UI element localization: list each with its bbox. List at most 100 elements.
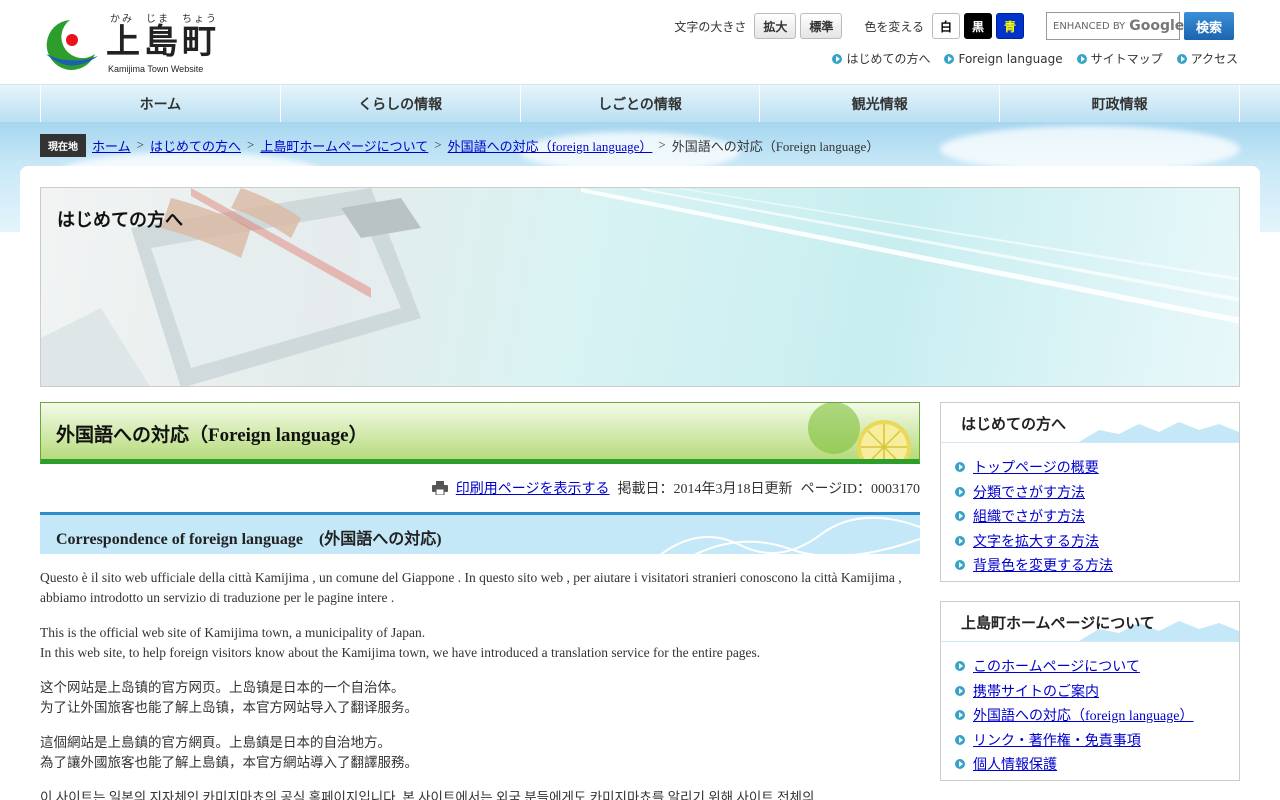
paragraph-traditional-chinese: 這個網站是上島鎮的官方網頁。上島鎮是日本的自治地方。為了讓外國旅客也能了解上島鎮…: [40, 733, 920, 773]
util-link-first-time[interactable]: はじめての方へ: [832, 50, 930, 67]
sidebar-link-mobile-site[interactable]: 携帯サイトのご案内: [973, 681, 1099, 701]
nav-item-business[interactable]: しごとの情報: [519, 85, 760, 123]
page-id: ページID：0003170: [800, 482, 921, 497]
sidebar-link-foreign-language[interactable]: 外国語への対応（foreign language）: [973, 705, 1193, 725]
page-title-box: 外国語への対応（Foreign language）: [40, 402, 920, 464]
nav-item-tourism[interactable]: 観光情報: [759, 85, 999, 123]
sidebar-heading-text: はじめての方へ: [961, 415, 1067, 433]
sidebar-first-time: はじめての方へ トップページの概要 分類でさがす方法 組織でさがす方法 文字を拡…: [940, 402, 1240, 582]
sidebar-link-change-background[interactable]: 背景色を変更する方法: [973, 555, 1113, 575]
site-header: かみ じま ちょう 上島町 Kamijima Town Website 文字の大…: [0, 0, 1280, 84]
arrow-bullet-icon: [955, 734, 965, 745]
arrow-bullet-icon: [955, 759, 965, 770]
breadcrumb-link-about-site[interactable]: 上島町ホームページについて: [260, 136, 428, 155]
print-page-link[interactable]: 印刷用ページを表示する: [456, 478, 610, 498]
breadcrumb-separator: >: [658, 137, 666, 152]
blue-theme-button[interactable]: 青: [996, 13, 1024, 39]
arrow-bullet-icon: [955, 661, 965, 672]
arrow-bullet-icon: [944, 53, 955, 64]
arrow-bullet-icon: [1176, 53, 1187, 64]
nav-item-home[interactable]: ホーム: [40, 85, 280, 123]
logo-subtitle: Kamijima Town Website: [108, 64, 204, 74]
white-theme-button[interactable]: 白: [932, 13, 960, 39]
hero-title: はじめての方へ: [57, 210, 183, 231]
section-heading: Correspondence of foreign language (外国語へ…: [40, 512, 920, 554]
hero-banner: はじめての方へ: [40, 187, 1240, 387]
util-link-sitemap[interactable]: サイトマップ: [1076, 50, 1163, 67]
utility-links: はじめての方へ Foreign language サイトマップ アクセス: [832, 50, 1238, 67]
breadcrumb-link-foreign-language[interactable]: 外国語への対応（foreign language）: [448, 136, 653, 155]
search-input[interactable]: ENHANCED BY Google: [1046, 12, 1184, 40]
citrus-decoration-icon: [808, 403, 911, 459]
paragraph-italian: Questo è il sito web ufficiale della cit…: [40, 568, 920, 608]
arrow-bullet-icon: [955, 560, 965, 571]
paragraph-korean: 이 사이트는 일본의 지자체인 카미지마쵸의 공식 홈페이지입니다. 본 사이트…: [40, 788, 920, 800]
paragraph-line: 为了让外国旅客也能了解上岛镇，本官方网站导入了翻译服务。: [40, 700, 418, 715]
nav-item-town-government[interactable]: 町政情報: [999, 85, 1240, 123]
arrow-bullet-icon: [955, 462, 965, 473]
sidebar-link-top-page-overview[interactable]: トップページの概要: [973, 457, 1099, 477]
sidebar-item: 個人情報保護: [955, 752, 1239, 777]
sidebar-heading: 上島町ホームページについて: [941, 602, 1239, 642]
wave-decoration: [1079, 422, 1239, 442]
util-link-access[interactable]: アクセス: [1176, 50, 1238, 67]
standard-font-button[interactable]: 標準: [800, 13, 843, 39]
paragraph-line: 為了讓外國旅客也能了解上島鎮，本官方網站導入了翻譯服務。: [40, 755, 418, 770]
sidebar-link-search-by-category[interactable]: 分類でさがす方法: [973, 482, 1085, 502]
sidebar-link-about-homepage[interactable]: このホームページについて: [973, 656, 1140, 676]
nav-item-living[interactable]: くらしの情報: [279, 85, 520, 123]
arrow-bullet-icon: [955, 685, 965, 696]
util-link-label: はじめての方へ: [846, 52, 931, 66]
paragraph-simplified-chinese: 这个网站是上岛镇的官方网页。上岛镇是日本的一个自治体。 为了让外国旅客也能了解上岛…: [40, 678, 920, 718]
sidebar-link-enlarge-text[interactable]: 文字を拡大する方法: [973, 531, 1099, 551]
sidebar-list: このホームページについて 携帯サイトのご案内 外国語への対応（foreign l…: [941, 642, 1239, 783]
posted-date: 掲載日：2014年3月18日更新: [617, 482, 793, 497]
sidebar-item: リンク・著作権・免責事項: [955, 728, 1239, 753]
sidebar-about-site: 上島町ホームページについて このホームページについて 携帯サイトのご案内 外国語…: [940, 601, 1240, 781]
sidebar-link-privacy[interactable]: 個人情報保護: [973, 754, 1057, 774]
util-link-label: Foreign language: [958, 51, 1063, 66]
sidebar-item: 分類でさがす方法: [955, 480, 1239, 505]
sidebar-list: トップページの概要 分類でさがす方法 組織でさがす方法 文字を拡大する方法 背景…: [941, 443, 1239, 584]
site-logo[interactable]: かみ じま ちょう 上島町 Kamijima Town Website: [40, 10, 230, 76]
breadcrumb-current: 外国語への対応（Foreign language）: [671, 138, 880, 154]
global-nav: ホーム くらしの情報 しごとの情報 観光情報 町政情報: [0, 84, 1280, 123]
sidebar-link-links-copyright[interactable]: リンク・著作権・免責事項: [973, 730, 1141, 750]
font-size-label: 文字の大きさ: [674, 19, 747, 34]
town-emblem-icon: [46, 20, 98, 70]
breadcrumb-separator: >: [136, 137, 144, 152]
breadcrumb-separator: >: [246, 137, 255, 152]
accessibility-tools: 文字の大きさ 拡大 標準 色を変える 白 黒 青 ENHANCED BY Goo…: [674, 12, 1234, 40]
sidebar-item: 背景色を変更する方法: [955, 553, 1239, 578]
arrow-bullet-icon: [955, 486, 965, 497]
paragraph-line: This is the official web site of Kamijim…: [40, 625, 426, 640]
sidebar-item: 文字を拡大する方法: [955, 529, 1239, 554]
arrow-bullet-icon: [1076, 53, 1087, 64]
paragraph-line: 이 사이트는 일본의 지자체인 카미지마쵸의 공식 홈페이지입니다. 본 사이트…: [40, 790, 815, 800]
arrow-bullet-icon: [832, 53, 843, 64]
sidebar-item: このホームページについて: [955, 654, 1239, 679]
breadcrumb: 現在地 ホーム > はじめての方へ > 上島町ホームページについて > 外国語へ…: [40, 133, 880, 157]
sidebar-link-search-by-organization[interactable]: 組織でさがす方法: [973, 506, 1085, 526]
breadcrumb-separator: >: [434, 137, 442, 152]
breadcrumb-link-home[interactable]: ホーム: [92, 136, 131, 155]
paragraph-line: Questo è il sito web ufficiale della cit…: [40, 570, 902, 605]
util-link-foreign-language[interactable]: Foreign language: [944, 50, 1063, 67]
breadcrumb-link-first-time[interactable]: はじめての方へ: [150, 136, 241, 155]
enlarge-font-button[interactable]: 拡大: [754, 13, 797, 39]
color-change-label: 色を変える: [864, 19, 924, 34]
section-heading-text: Correspondence of foreign language (外国語へ…: [56, 531, 442, 548]
global-nav-items: ホーム くらしの情報 しごとの情報 観光情報 町政情報: [40, 85, 1240, 123]
logo-name: 上島町: [106, 22, 220, 62]
arrow-bullet-icon: [955, 535, 965, 546]
body-text: Questo è il sito web ufficiale della cit…: [40, 568, 920, 800]
sidebar-item: 組織でさがす方法: [955, 504, 1239, 529]
paragraph-line: 這個網站是上島鎮的官方網頁。上島鎮是日本的自治地方。: [40, 735, 391, 750]
paragraph-english: This is the official web site of Kamijim…: [40, 623, 920, 663]
wave-decoration: [660, 516, 920, 554]
search-button[interactable]: 検索: [1184, 12, 1234, 40]
page-meta: 印刷用ページを表示する 掲載日：2014年3月18日更新 ページID：00031…: [431, 478, 921, 498]
sidebar-item: 携帯サイトのご案内: [955, 679, 1239, 704]
black-theme-button[interactable]: 黒: [964, 13, 992, 39]
arrow-bullet-icon: [955, 511, 965, 522]
